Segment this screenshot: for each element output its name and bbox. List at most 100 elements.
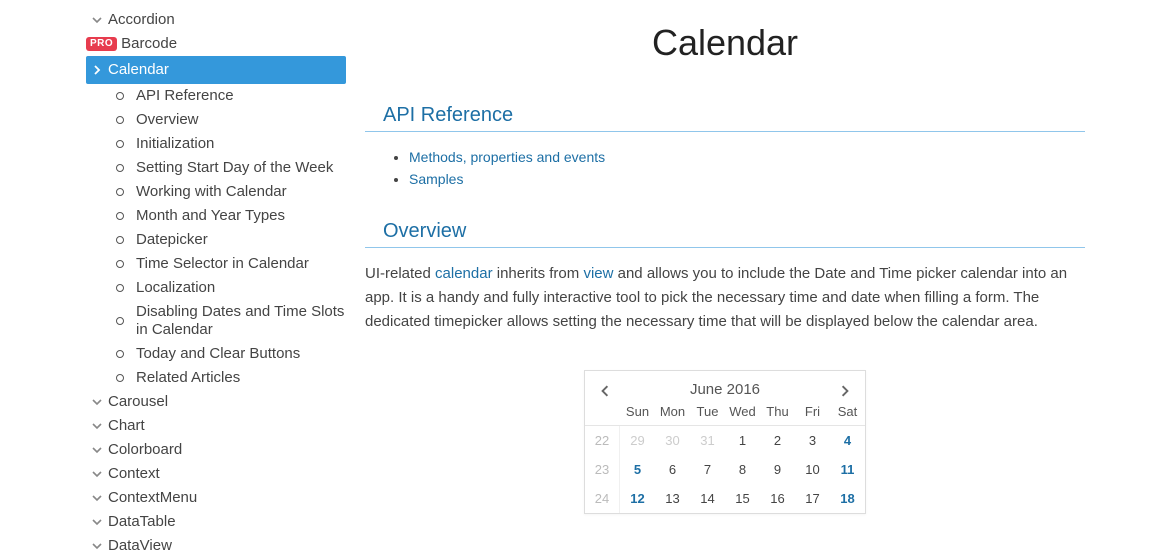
sidebar-item-dataview[interactable]: DataView	[0, 534, 358, 558]
chevron-down-icon	[92, 15, 102, 25]
calendar-day-cell[interactable]: 18	[830, 484, 865, 513]
sidebar-subitem-label: Related Articles	[136, 369, 240, 387]
calendar-day-cell[interactable]: 8	[725, 455, 760, 484]
chevron-down-icon	[92, 445, 102, 455]
chevron-down-icon	[92, 469, 102, 479]
sidebar-subitem-label: API Reference	[136, 87, 234, 105]
calendar-weekday-header: Sun	[620, 404, 655, 419]
bullet-icon	[116, 212, 124, 220]
calendar-day-cell[interactable]: 6	[655, 455, 690, 484]
sidebar-subitem[interactable]: Initialization	[0, 132, 358, 156]
sidebar-item-accordion[interactable]: Accordion	[0, 8, 358, 32]
calendar-day-cell[interactable]: 11	[830, 455, 865, 484]
sidebar-item-label: DataView	[108, 537, 172, 555]
sidebar-item-barcode[interactable]: PROBarcode	[0, 32, 358, 56]
bullet-icon	[116, 92, 124, 100]
calendar-day-cell[interactable]: 12	[620, 484, 655, 513]
calendar-day-cell[interactable]: 31	[690, 426, 725, 455]
calendar-title[interactable]: June 2016	[690, 381, 760, 398]
sidebar-subitem[interactable]: Working with Calendar	[0, 180, 358, 204]
overview-text: UI-related	[365, 265, 435, 282]
overview-link-calendar[interactable]: calendar	[435, 265, 493, 282]
sidebar-item-datatable[interactable]: DataTable	[0, 510, 358, 534]
page-title: Calendar	[365, 22, 1085, 64]
sidebar-item-label: Accordion	[108, 11, 175, 29]
calendar-weekday-header: Tue	[690, 404, 725, 419]
calendar-weekday-header: Sat	[830, 404, 865, 419]
calendar-day-cell[interactable]: 15	[725, 484, 760, 513]
calendar-day-cell[interactable]: 2	[760, 426, 795, 455]
bullet-icon	[116, 374, 124, 382]
sidebar-subitem[interactable]: Time Selector in Calendar	[0, 252, 358, 276]
api-link[interactable]: Samples	[409, 171, 463, 187]
sidebar-subitem[interactable]: Related Articles	[0, 366, 358, 390]
sidebar-subitem-label: Time Selector in Calendar	[136, 255, 309, 273]
section-heading-overview: Overview	[383, 220, 1085, 243]
chevron-right-icon	[92, 65, 102, 75]
calendar-day-cell[interactable]: 1	[725, 426, 760, 455]
bullet-icon	[116, 317, 124, 325]
sidebar: Accordion PROBarcodeCalendar API Reference…	[0, 0, 358, 544]
sidebar-subitem[interactable]: Overview	[0, 108, 358, 132]
sidebar-subitem[interactable]: Disabling Dates and Time Slots in Calend…	[0, 300, 358, 342]
api-links-list: Methods, properties and events Samples	[391, 146, 1085, 190]
calendar-day-cell[interactable]: 14	[690, 484, 725, 513]
sidebar-item-label: Chart	[108, 417, 145, 435]
calendar-header: June 2016	[585, 371, 865, 404]
sidebar-subitem-label: Initialization	[136, 135, 214, 153]
calendar-day-cell[interactable]: 9	[760, 455, 795, 484]
calendar-day-cell[interactable]: 16	[760, 484, 795, 513]
sidebar-subitem-label: Working with Calendar	[136, 183, 287, 201]
chevron-down-icon	[92, 517, 102, 527]
calendar-weekday-header: Mon	[655, 404, 690, 419]
sidebar-item-label: DataTable	[108, 513, 176, 531]
chevron-down-icon	[92, 397, 102, 407]
bullet-icon	[116, 236, 124, 244]
api-link[interactable]: Methods, properties and events	[409, 149, 605, 165]
calendar-widget: June 2016 .SunMonTueWedThuFriSat 2229303…	[584, 370, 866, 514]
sidebar-item-label: Context	[108, 465, 160, 483]
sidebar-item-context[interactable]: Context	[0, 462, 358, 486]
calendar-day-cell[interactable]: 10	[795, 455, 830, 484]
sidebar-subitem-label: Today and Clear Buttons	[136, 345, 300, 363]
chevron-down-icon	[92, 493, 102, 503]
bullet-icon	[116, 350, 124, 358]
sidebar-subitem[interactable]: Datepicker	[0, 228, 358, 252]
sidebar-subitem[interactable]: Setting Start Day of the Week	[0, 156, 358, 180]
sidebar-item-label: Carousel	[108, 393, 168, 411]
sidebar-item-chart[interactable]: Chart	[0, 414, 358, 438]
calendar-weekday-header: Wed	[725, 404, 760, 419]
calendar-day-cell[interactable]: 4	[830, 426, 865, 455]
bullet-icon	[116, 188, 124, 196]
calendar-day-cell[interactable]: 7	[690, 455, 725, 484]
chevron-down-icon	[92, 421, 102, 431]
bullet-icon	[116, 116, 124, 124]
pro-badge: PRO	[86, 37, 117, 51]
sidebar-item-colorboard[interactable]: Colorboard	[0, 438, 358, 462]
calendar-day-cell[interactable]: 3	[795, 426, 830, 455]
calendar-day-cell[interactable]: 13	[655, 484, 690, 513]
api-link-item: Methods, properties and events	[409, 146, 1085, 168]
sidebar-item-carousel[interactable]: Carousel	[0, 390, 358, 414]
sidebar-subitem[interactable]: Month and Year Types	[0, 204, 358, 228]
sidebar-subitem-label: Localization	[136, 279, 215, 297]
sidebar-subitem-label: Overview	[136, 111, 199, 129]
sidebar-subitem-label: Disabling Dates and Time Slots in Calend…	[136, 303, 346, 339]
sidebar-subitem[interactable]: Today and Clear Buttons	[0, 342, 358, 366]
calendar-day-cell[interactable]: 17	[795, 484, 830, 513]
calendar-day-cell[interactable]: 30	[655, 426, 690, 455]
sidebar-subitem[interactable]: Localization	[0, 276, 358, 300]
overview-link-view[interactable]: view	[583, 265, 613, 282]
calendar-next-icon[interactable]	[839, 384, 851, 396]
calendar-day-cell[interactable]: 5	[620, 455, 655, 484]
sidebar-subitem[interactable]: API Reference	[0, 84, 358, 108]
calendar-day-cell[interactable]: 29	[620, 426, 655, 455]
sidebar-subitem-label: Month and Year Types	[136, 207, 285, 225]
section-divider	[365, 247, 1085, 248]
calendar-weeknum: 23	[585, 455, 620, 484]
sidebar-item-contextmenu[interactable]: ContextMenu	[0, 486, 358, 510]
overview-paragraph: UI-related calendar inherits from view a…	[365, 262, 1085, 334]
calendar-prev-icon[interactable]	[599, 384, 611, 396]
sidebar-item-calendar[interactable]: Calendar	[86, 56, 346, 84]
calendar-weekday-row: .SunMonTueWedThuFriSat	[585, 404, 865, 426]
